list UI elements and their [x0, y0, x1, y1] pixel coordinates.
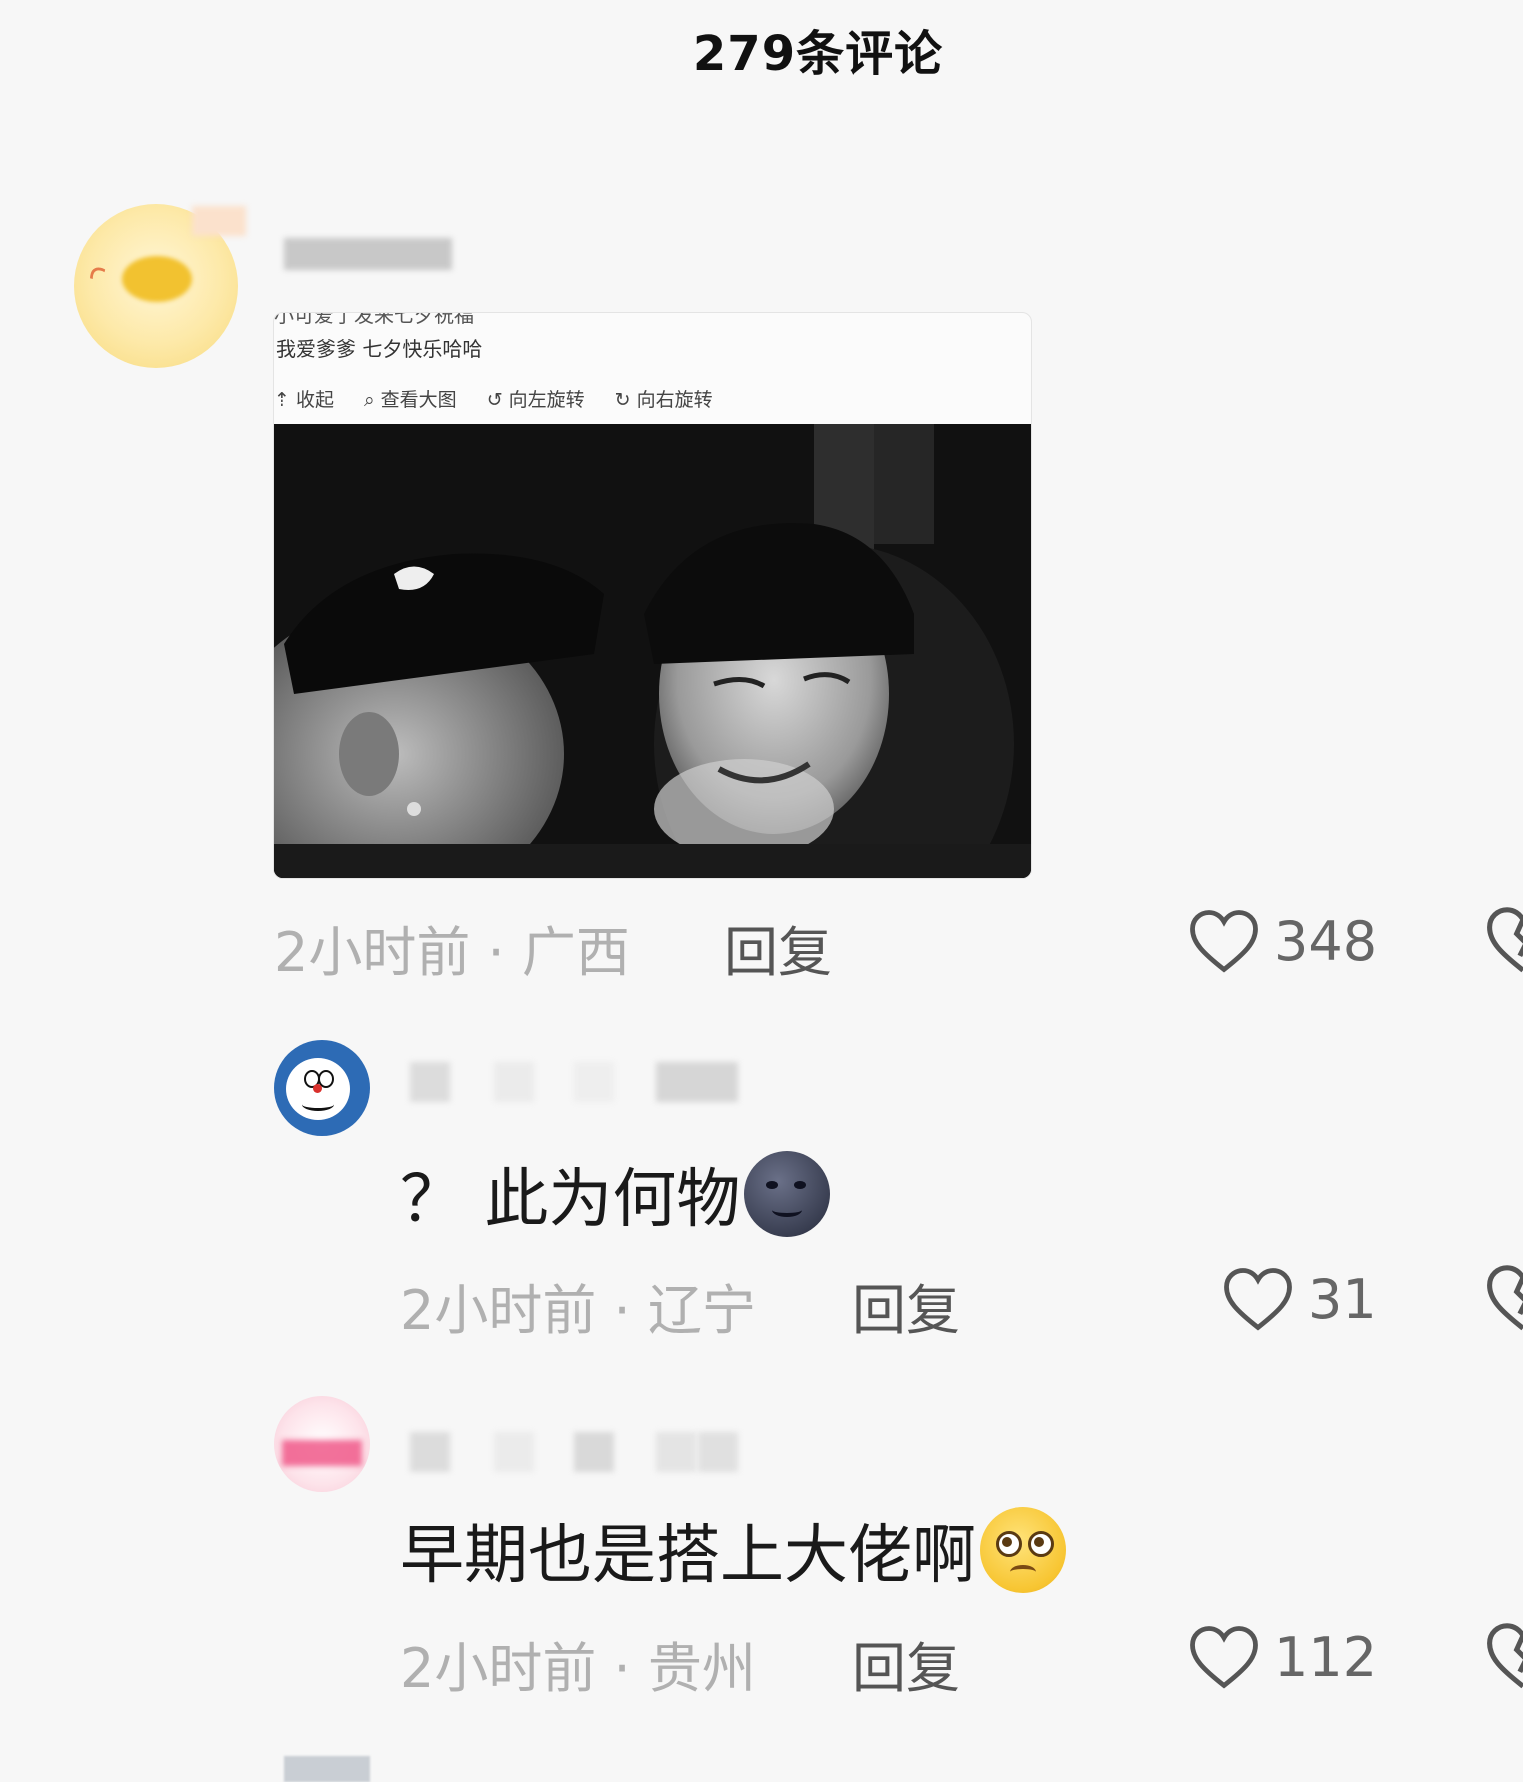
reply-button[interactable]: 回复 [724, 908, 832, 987]
image-caption: 我爱爹爹 七夕快乐哈哈 [276, 337, 483, 361]
username-redacted[interactable] [574, 1062, 614, 1102]
pleading-face-icon [980, 1507, 1066, 1593]
heart-icon [1190, 1626, 1258, 1689]
comment-text: 早期也是搭上大佬啊 [400, 1504, 1066, 1596]
reply-button[interactable]: 回复 [852, 1266, 960, 1345]
next-comment-avatar[interactable] [284, 1756, 370, 1782]
username-redacted[interactable] [698, 1432, 738, 1472]
view-large-label: ⌕ 查看大图 [363, 389, 457, 411]
username-redacted[interactable] [494, 1062, 534, 1102]
like-count: 112 [1274, 1625, 1378, 1689]
like-count: 31 [1308, 1267, 1377, 1331]
username-redacted[interactable] [192, 206, 246, 236]
collapse-label: ⇡ 收起 [274, 389, 334, 411]
username-redacted[interactable] [574, 1432, 614, 1472]
like-button[interactable]: 348 [1188, 908, 1377, 974]
username-redacted[interactable] [410, 1432, 450, 1472]
comment-meta: 2小时前 · 贵州 [400, 1637, 756, 1700]
image-cut-text: 小可爱了发来七夕祝福 [274, 312, 474, 327]
photo [274, 424, 1031, 878]
username-redacted[interactable] [284, 238, 452, 270]
heart-icon [1224, 1268, 1292, 1331]
dislike-icon[interactable] [1483, 1263, 1523, 1333]
username-redacted[interactable] [656, 1062, 738, 1102]
dislike-icon[interactable] [1483, 905, 1523, 975]
image-toolbar: ⇡ 收起 ⌕ 查看大图 ↺ 向左旋转 ↻ 向右旋转 [274, 385, 713, 412]
comment-meta: 2小时前 · 辽宁 [400, 1279, 756, 1342]
like-button[interactable]: 31 [1222, 1266, 1377, 1332]
avatar[interactable] [274, 1040, 370, 1136]
reply-button[interactable]: 回复 [852, 1624, 960, 1703]
photo-illustration [274, 424, 1031, 878]
username-redacted[interactable] [656, 1432, 696, 1472]
dislike-icon[interactable] [1483, 1621, 1523, 1691]
avatar[interactable] [274, 1396, 370, 1492]
username-redacted[interactable] [494, 1432, 534, 1472]
heart-icon [1190, 910, 1258, 973]
comments-count-title: 279条评论 [692, 26, 944, 82]
new-moon-face-icon [744, 1151, 831, 1237]
comment-text: ？ 此为何物 [400, 1148, 831, 1240]
screenshot-image[interactable]: 小可爱了发来七夕祝福 我爱爹爹 七夕快乐哈哈 ⇡ 收起 ⌕ 查看大图 ↺ 向左旋… [273, 312, 1032, 879]
like-count: 348 [1274, 909, 1378, 973]
rotate-right-label: ↻ 向右旋转 [614, 389, 713, 411]
comment-meta: 2小时前 · 广西 [274, 921, 630, 984]
rotate-left-label: ↺ 向左旋转 [486, 389, 585, 411]
like-button[interactable]: 112 [1188, 1624, 1377, 1690]
username-redacted[interactable] [410, 1062, 450, 1102]
